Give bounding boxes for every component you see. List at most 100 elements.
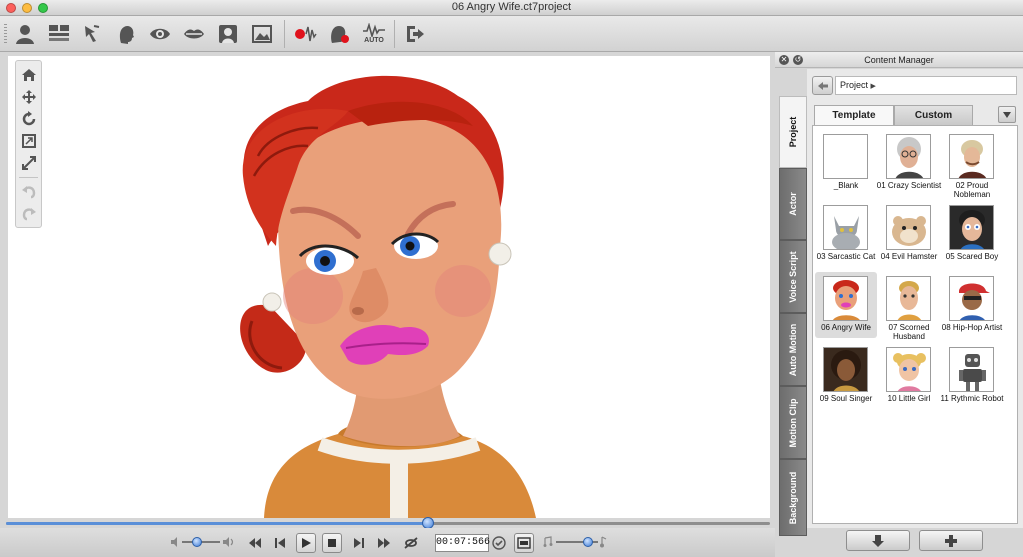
composer-button[interactable]: [45, 20, 73, 48]
auto-label: AUTO: [364, 37, 384, 44]
template-item[interactable]: 07 Scorned Husband: [878, 272, 940, 341]
timecode-confirm-button[interactable]: [490, 534, 508, 552]
side-tab-voice-script[interactable]: Voice Script: [779, 240, 807, 313]
triangle-down-icon: [1003, 111, 1011, 118]
previous-frame-button[interactable]: [271, 534, 289, 552]
stop-button[interactable]: [322, 533, 342, 553]
record-face-icon: [331, 26, 349, 43]
app-window: 06 Angry Wife.ct7project AUTO 00:07:566 …: [0, 0, 1023, 557]
speed-slider-knob[interactable]: [582, 537, 593, 547]
back-button[interactable]: [812, 76, 833, 95]
download-icon: [872, 534, 884, 547]
template-item[interactable]: 09 Soul Singer: [815, 343, 877, 409]
auto-motion-button[interactable]: AUTO: [360, 20, 388, 48]
eye-button[interactable]: [146, 20, 174, 48]
template-thumbnail-hip-hop-artist: [949, 276, 994, 321]
add-button[interactable]: [919, 530, 983, 551]
skip-back-icon: [275, 538, 285, 548]
fast-forward-button[interactable]: [375, 534, 393, 552]
volume-high-icon: [223, 537, 234, 547]
timeline-slider[interactable]: [6, 517, 770, 529]
export-button[interactable]: [401, 20, 429, 48]
undo-icon[interactable]: [21, 183, 37, 199]
window-minimize-button[interactable]: [22, 3, 32, 13]
side-tab-actor[interactable]: Actor: [779, 168, 807, 240]
content-side-tabs: Project Actor Voice Script Auto Motion M…: [779, 96, 807, 536]
move-icon[interactable]: [21, 89, 37, 105]
template-item[interactable]: 10 Little Girl: [878, 343, 940, 409]
view-options-dropdown[interactable]: [998, 106, 1016, 123]
side-tab-auto-motion[interactable]: Auto Motion: [779, 313, 807, 386]
timecode-display[interactable]: 00:07:566: [435, 534, 490, 552]
playback-bar: 00:07:566: [0, 528, 775, 557]
lips-button[interactable]: [180, 20, 208, 48]
volume-slider-knob[interactable]: [192, 537, 203, 547]
template-item[interactable]: 02 Proud Nobleman: [941, 130, 1003, 199]
main-toolbar: AUTO: [0, 16, 1023, 52]
speed-fast-icon: [600, 536, 607, 548]
arrow-left-icon: [817, 81, 828, 90]
template-item-selected[interactable]: 06 Angry Wife: [815, 272, 877, 338]
maximize-icon[interactable]: [21, 155, 37, 171]
template-label: 08 Hip-Hop Artist: [941, 323, 1003, 332]
head-button[interactable]: [112, 20, 140, 48]
window-zoom-button[interactable]: [38, 3, 48, 13]
template-item[interactable]: 05 Scared Boy: [941, 201, 1003, 267]
breadcrumb[interactable]: Project ▶: [835, 76, 1017, 95]
template-item[interactable]: 04 Evil Hamster: [878, 201, 940, 267]
play-button[interactable]: [296, 533, 316, 553]
next-frame-button[interactable]: [350, 534, 368, 552]
film-icon: [517, 537, 531, 549]
redo-icon[interactable]: [21, 205, 37, 221]
template-item[interactable]: 11 Rythmic Robot: [941, 343, 1004, 409]
template-item[interactable]: _Blank: [815, 130, 877, 196]
play-icon: [302, 538, 311, 548]
actor-button[interactable]: [11, 20, 39, 48]
apply-button[interactable]: [846, 530, 910, 551]
home-icon[interactable]: [21, 67, 37, 83]
face-frame-button[interactable]: [214, 20, 242, 48]
breadcrumb-project[interactable]: Project: [840, 80, 868, 90]
template-thumbnail-crazy-scientist: [886, 134, 931, 179]
loop-off-icon: [404, 537, 418, 549]
template-thumbnail-evil-hamster: [886, 205, 931, 250]
side-tab-project[interactable]: Project: [779, 96, 807, 168]
template-item[interactable]: 01 Crazy Scientist: [877, 130, 941, 196]
loop-toggle-button[interactable]: [402, 534, 420, 552]
stage-viewport[interactable]: [8, 56, 770, 518]
skip-forward-icon: [354, 538, 364, 548]
toolbar-separator: [394, 20, 395, 48]
render-settings-button[interactable]: [514, 533, 534, 553]
character-angry-wife[interactable]: [8, 56, 770, 518]
template-label: 02 Proud Nobleman: [953, 181, 991, 199]
record-audio-button[interactable]: [292, 20, 320, 48]
record-audio-icon: [295, 26, 317, 42]
composer-icon: [49, 25, 69, 41]
background-image-button[interactable]: [248, 20, 276, 48]
toolbar-separator: [284, 20, 285, 48]
template-item[interactable]: 08 Hip-Hop Artist: [941, 272, 1003, 338]
tab-custom[interactable]: Custom: [894, 105, 973, 125]
template-label: 01 Crazy Scientist: [876, 181, 942, 190]
view-tools-separator: [19, 177, 38, 178]
head-icon: [119, 26, 134, 44]
template-thumbnail-scared-boy: [949, 205, 994, 250]
content-manager-header: ✕ ↺ Content Manager: [775, 52, 1023, 68]
fit-icon[interactable]: [21, 133, 37, 149]
background-image-icon: [252, 25, 272, 43]
auto-motion-icon: [363, 23, 385, 37]
rewind-button[interactable]: [246, 534, 264, 552]
tab-template[interactable]: Template: [814, 105, 894, 125]
eye-icon: [150, 28, 170, 40]
gesture-button[interactable]: [78, 20, 106, 48]
window-close-button[interactable]: [6, 3, 16, 13]
toolbar-grip[interactable]: [4, 24, 7, 44]
side-tab-motion-clip[interactable]: Motion Clip: [779, 386, 807, 459]
record-face-button[interactable]: [326, 20, 354, 48]
rotate-icon[interactable]: [21, 111, 37, 127]
template-item[interactable]: 03 Sarcastic Cat: [815, 201, 877, 267]
template-label: 04 Evil Hamster: [880, 252, 938, 261]
template-thumbnail-blank: [823, 134, 868, 179]
side-tab-background[interactable]: Background: [779, 459, 807, 536]
view-tools-panel: [15, 60, 42, 228]
